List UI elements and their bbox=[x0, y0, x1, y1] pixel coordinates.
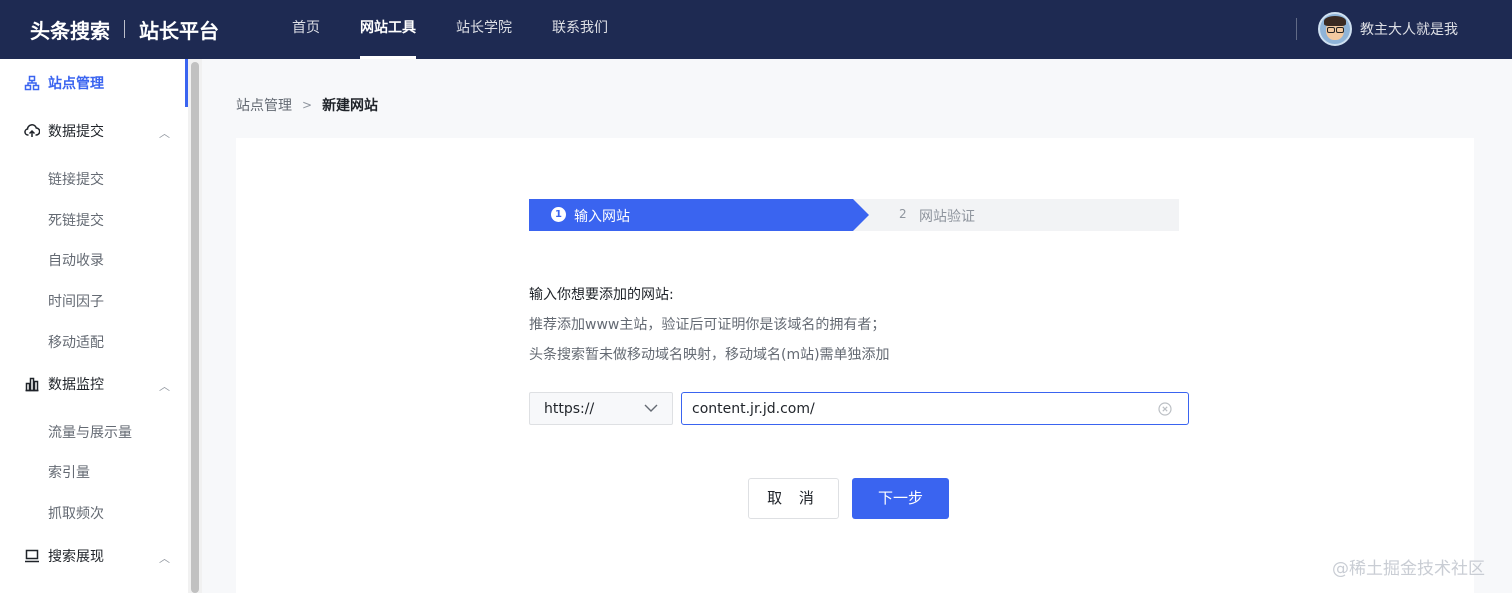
form-tip-1: 推荐添加www主站，验证后可证明你是该域名的拥有者； bbox=[529, 314, 885, 334]
sidebar-scroll-thumb[interactable] bbox=[191, 62, 199, 593]
protocol-select[interactable]: https:// bbox=[529, 392, 673, 425]
form-tip-2: 头条搜索暂未做移动域名映射，移动域名(m站)需单独添加 bbox=[529, 344, 890, 364]
sidebar-item-auto-index[interactable]: 自动收录 bbox=[48, 250, 104, 270]
next-button[interactable]: 下一步 bbox=[852, 478, 949, 519]
sidebar-group-data-monitor[interactable]: 数据监控 ︿ bbox=[0, 360, 188, 408]
protocol-value: https:// bbox=[544, 401, 594, 417]
step2-number: 2 bbox=[899, 207, 907, 221]
logo-sub: 站长平台 bbox=[139, 15, 219, 44]
sidebar-item-link-submit[interactable]: 链接提交 bbox=[48, 169, 104, 189]
logo-divider bbox=[124, 20, 125, 38]
clear-icon[interactable] bbox=[1158, 402, 1172, 416]
bar-chart-icon bbox=[24, 376, 40, 392]
nav-academy[interactable]: 站长学院 bbox=[436, 0, 532, 59]
step-active: 1 输入网站 bbox=[529, 199, 869, 231]
top-bar: 头条搜索 站长平台 首页 网站工具 站长学院 联系我们 教主大人就是我 bbox=[0, 0, 1512, 59]
sidebar: 站点管理 数据提交 ︿ 链接提交 死链提交 自动收录 时间因子 移动适配 数据监… bbox=[0, 59, 188, 593]
chevron-right-icon: > bbox=[302, 98, 312, 112]
steps-bar: 2 网站验证 1 输入网站 bbox=[529, 199, 1179, 231]
user-divider bbox=[1296, 18, 1297, 40]
cloud-upload-icon bbox=[24, 123, 40, 139]
avatar[interactable] bbox=[1318, 12, 1352, 46]
url-input[interactable] bbox=[692, 399, 1152, 419]
sidebar-item-label: 站点管理 bbox=[48, 73, 104, 93]
chevron-up-icon[interactable]: ︿ bbox=[159, 550, 170, 566]
chevron-up-icon[interactable]: ︿ bbox=[159, 125, 170, 141]
sidebar-item-dead-link-submit[interactable]: 死链提交 bbox=[48, 210, 104, 230]
main-nav: 首页 网站工具 站长学院 联系我们 bbox=[272, 0, 628, 59]
step2-label: 网站验证 bbox=[919, 206, 975, 226]
sitemap-icon bbox=[24, 75, 40, 91]
chevron-up-icon[interactable]: ︿ bbox=[159, 378, 170, 394]
sidebar-item-crawl-frequency[interactable]: 抓取频次 bbox=[48, 503, 104, 523]
sidebar-item-site-manage[interactable]: 站点管理 bbox=[0, 59, 188, 107]
breadcrumb: 站点管理 > 新建网站 bbox=[236, 95, 378, 115]
sidebar-group-label: 数据监控 bbox=[48, 374, 104, 394]
sidebar-item-traffic[interactable]: 流量与展示量 bbox=[48, 422, 132, 442]
form-title: 输入你想要添加的网站: bbox=[529, 284, 674, 304]
sidebar-item-index-count[interactable]: 索引量 bbox=[48, 462, 90, 482]
chevron-down-icon bbox=[644, 403, 658, 413]
cancel-button[interactable]: 取 消 bbox=[748, 478, 839, 519]
nav-site-tools[interactable]: 网站工具 bbox=[340, 0, 436, 59]
sidebar-item-mobile-adapt[interactable]: 移动适配 bbox=[48, 332, 104, 352]
nav-contact[interactable]: 联系我们 bbox=[532, 0, 628, 59]
step1-number: 1 bbox=[551, 207, 566, 222]
sidebar-group-data-submit[interactable]: 数据提交 ︿ bbox=[0, 107, 188, 155]
url-input-wrapper bbox=[681, 392, 1189, 425]
logo-main: 头条搜索 bbox=[30, 15, 110, 44]
watermark: @稀土掘金技术社区 bbox=[1332, 554, 1485, 579]
sidebar-group-label: 数据提交 bbox=[48, 121, 104, 141]
sidebar-item-time-factor[interactable]: 时间因子 bbox=[48, 291, 104, 311]
user-menu[interactable]: 教主大人就是我 bbox=[1318, 12, 1458, 46]
nav-home[interactable]: 首页 bbox=[272, 0, 340, 59]
breadcrumb-parent[interactable]: 站点管理 bbox=[236, 95, 292, 115]
laptop-icon bbox=[24, 548, 40, 564]
username[interactable]: 教主大人就是我 bbox=[1360, 19, 1458, 39]
breadcrumb-current: 新建网站 bbox=[322, 95, 378, 115]
sidebar-group-search-display[interactable]: 搜索展现 ︿ bbox=[0, 532, 188, 580]
step1-label: 输入网站 bbox=[574, 206, 630, 226]
sidebar-group-label: 搜索展现 bbox=[48, 546, 104, 566]
logo[interactable]: 头条搜索 站长平台 bbox=[30, 15, 219, 43]
